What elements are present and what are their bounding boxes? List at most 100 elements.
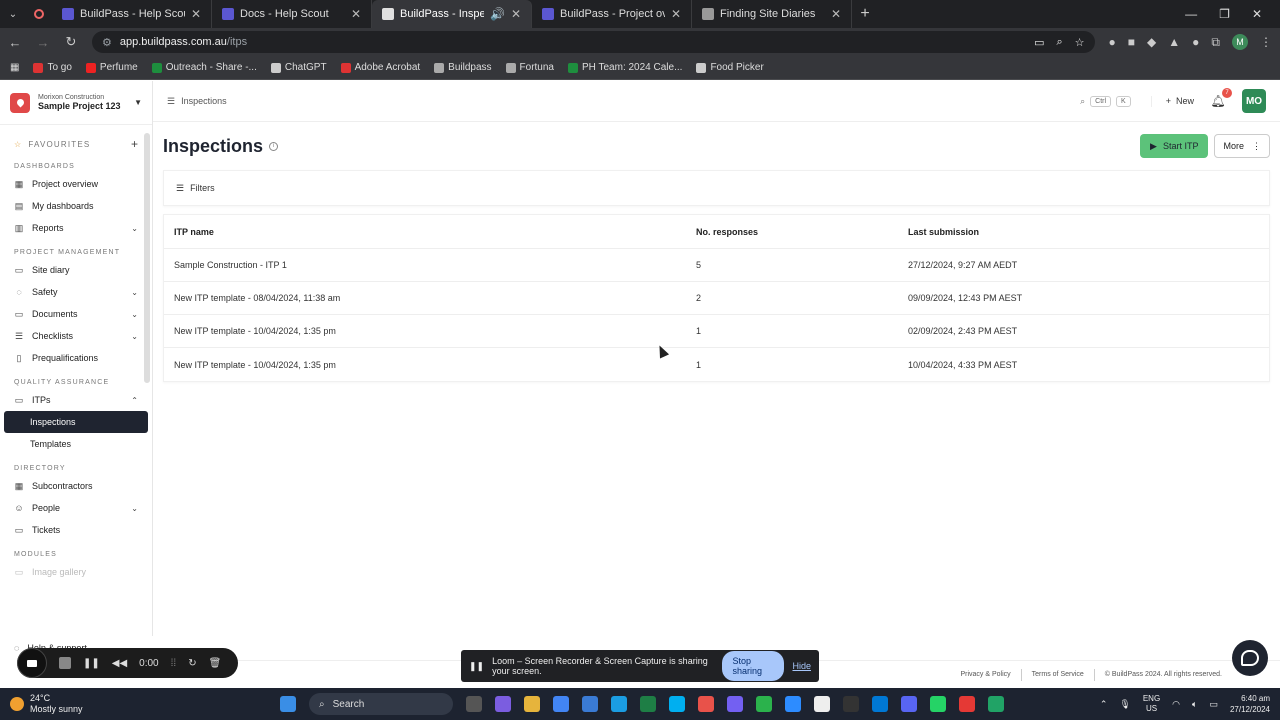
- discord-icon[interactable]: [901, 696, 917, 712]
- bookmark-folder[interactable]: Buildpass: [434, 62, 492, 73]
- upwork-icon[interactable]: [756, 696, 772, 712]
- recording-tab[interactable]: [26, 0, 52, 28]
- profile-avatar[interactable]: M: [1232, 34, 1248, 50]
- skype-icon[interactable]: [669, 696, 685, 712]
- browser-tab[interactable]: BuildPass - Project overview - 2 ✕: [532, 0, 692, 28]
- forward-icon[interactable]: →: [36, 35, 50, 50]
- extensions-puzzle-icon[interactable]: ⧉: [1211, 35, 1220, 50]
- help-chat-button[interactable]: [1232, 640, 1268, 676]
- close-tab-icon[interactable]: ✕: [831, 7, 841, 21]
- whatsapp-icon[interactable]: [930, 696, 946, 712]
- viber-icon[interactable]: [727, 696, 743, 712]
- apps-grid-icon[interactable]: ▦: [10, 62, 19, 73]
- global-search-button[interactable]: ⌕ Ctrl K: [1080, 95, 1152, 107]
- new-tab-button[interactable]: +: [852, 0, 878, 28]
- weather-widget[interactable]: 24°C Mostly sunny: [10, 693, 280, 715]
- zoom-icon[interactable]: ⌕: [1057, 36, 1063, 49]
- menu-collapse-icon[interactable]: ☰: [167, 96, 175, 107]
- volume-icon[interactable]: 🔈︎: [1192, 699, 1197, 710]
- column-header[interactable]: ITP name: [164, 227, 686, 237]
- copilot-icon[interactable]: [495, 696, 511, 712]
- minimize-icon[interactable]: —: [1185, 7, 1197, 21]
- camera-icon[interactable]: [17, 648, 47, 678]
- sidebar-item-checklists[interactable]: ☰ Checklists ⌄: [0, 325, 152, 347]
- trash-icon[interactable]: 🗑︎: [209, 658, 222, 669]
- table-row[interactable]: New ITP template - 08/04/2024, 11:38 am …: [164, 282, 1269, 315]
- bookmark-folder[interactable]: Fortuna: [505, 62, 554, 73]
- bookmark[interactable]: To go: [33, 62, 72, 73]
- close-tab-icon[interactable]: ✕: [351, 7, 361, 21]
- table-row[interactable]: New ITP template - 10/04/2024, 1:35 pm 1…: [164, 348, 1269, 381]
- sidebar-item-itps[interactable]: ▭ ITPs ⌃: [0, 389, 152, 411]
- extension-icon[interactable]: ◆: [1147, 35, 1156, 49]
- task-view-icon[interactable]: [466, 696, 482, 712]
- privacy-link[interactable]: Privacy & Policy: [960, 671, 1010, 678]
- restore-icon[interactable]: ❐: [1219, 7, 1230, 21]
- app-icon[interactable]: [959, 696, 975, 712]
- clock[interactable]: 6:40 am 27/12/2024: [1230, 693, 1270, 715]
- terms-link[interactable]: Terms of Service: [1032, 671, 1084, 678]
- excel-icon[interactable]: [640, 696, 656, 712]
- sidebar-item-people[interactable]: ☺ People ⌄: [0, 497, 152, 519]
- language-indicator[interactable]: ENG US: [1143, 694, 1160, 714]
- stop-recording-icon[interactable]: [59, 657, 71, 669]
- info-icon[interactable]: i: [269, 141, 279, 151]
- close-window-icon[interactable]: ✕: [1252, 7, 1262, 21]
- app-icon[interactable]: [698, 696, 714, 712]
- taskbar-search[interactable]: ⌕ Search: [309, 693, 453, 715]
- stop-sharing-button[interactable]: Stop sharing: [722, 651, 785, 681]
- project-switcher[interactable]: Morixon Construction Sample Project 123 …: [0, 81, 152, 125]
- table-row[interactable]: New ITP template - 10/04/2024, 1:35 pm 1…: [164, 315, 1269, 348]
- microphone-icon[interactable]: 🎙︎: [1119, 699, 1130, 710]
- notifications-button[interactable]: 🔔︎ 7: [1208, 88, 1232, 108]
- bookmark[interactable]: ChatGPT: [270, 62, 327, 73]
- browser-tab[interactable]: BuildPass - Help Scout ✕: [52, 0, 212, 28]
- url-field[interactable]: ⚙ app.buildpass.com.au/itps ▭ ⌕ ☆: [92, 31, 1095, 53]
- column-header[interactable]: No. responses: [686, 227, 898, 237]
- sidebar-item-prequalifications[interactable]: ▯ Prequalifications: [0, 347, 152, 369]
- restart-icon[interactable]: ↻: [188, 658, 196, 669]
- sidebar-item-templates[interactable]: Templates: [0, 433, 152, 455]
- sidebar-item-tickets[interactable]: ▭ Tickets: [0, 519, 152, 541]
- chrome-icon[interactable]: [553, 696, 569, 712]
- sidebar-item-inspections[interactable]: Inspections: [4, 411, 148, 433]
- speaker-icon[interactable]: 🔊: [490, 7, 505, 21]
- bookmark[interactable]: Perfume: [85, 62, 138, 73]
- bookmark[interactable]: Food Picker: [696, 62, 764, 73]
- sidebar-item-image-gallery[interactable]: ▭ Image gallery: [0, 561, 152, 583]
- windows-start-icon[interactable]: [280, 696, 296, 712]
- site-info-icon[interactable]: ⚙: [102, 36, 112, 49]
- terminal-icon[interactable]: [843, 696, 859, 712]
- table-row[interactable]: Sample Construction - ITP 1 5 27/12/2024…: [164, 249, 1269, 282]
- close-tab-icon[interactable]: ✕: [511, 7, 521, 21]
- rewind-icon[interactable]: ◀◀: [112, 658, 127, 669]
- tab-search-icon[interactable]: ⌄: [0, 0, 26, 28]
- hide-banner-link[interactable]: Hide: [792, 661, 811, 671]
- pause-icon[interactable]: ❚❚: [83, 658, 100, 669]
- sidebar-item-project-overview[interactable]: ▦ Project overview: [0, 173, 152, 195]
- extension-icon[interactable]: ▲: [1168, 35, 1180, 49]
- photos-icon[interactable]: [582, 696, 598, 712]
- filters-button[interactable]: ☰ Filters: [163, 170, 1270, 206]
- sidebar-item-subcontractors[interactable]: ▦ Subcontractors: [0, 475, 152, 497]
- browser-tab[interactable]: Finding Site Diaries ✕: [692, 0, 852, 28]
- sidebar-scrollbar[interactable]: [144, 133, 150, 383]
- sidebar-item-documents[interactable]: ▭ Documents ⌄: [0, 303, 152, 325]
- battery-icon[interactable]: ▭: [1209, 699, 1218, 710]
- file-explorer-icon[interactable]: [524, 696, 540, 712]
- browser-menu-icon[interactable]: ⋮: [1260, 35, 1272, 49]
- extension-icon[interactable]: ●: [1192, 35, 1199, 49]
- back-icon[interactable]: ←: [8, 35, 22, 50]
- bookmark[interactable]: PH Team: 2024 Cale...: [568, 62, 682, 73]
- sidebar-item-my-dashboards[interactable]: ▤ My dashboards: [0, 195, 152, 217]
- extension-icon[interactable]: ■: [1128, 35, 1135, 49]
- document-icon[interactable]: [814, 696, 830, 712]
- sidebar-item-reports[interactable]: ▥ Reports ⌄: [0, 217, 152, 239]
- bookmark-star-icon[interactable]: ☆: [1075, 36, 1085, 49]
- reload-icon[interactable]: ↻: [64, 34, 78, 50]
- new-button[interactable]: + New: [1166, 96, 1194, 106]
- close-tab-icon[interactable]: ✕: [671, 7, 681, 21]
- store-icon[interactable]: [872, 696, 888, 712]
- browser-tab[interactable]: Docs - Help Scout ✕: [212, 0, 372, 28]
- more-button[interactable]: More ⋮: [1214, 134, 1270, 158]
